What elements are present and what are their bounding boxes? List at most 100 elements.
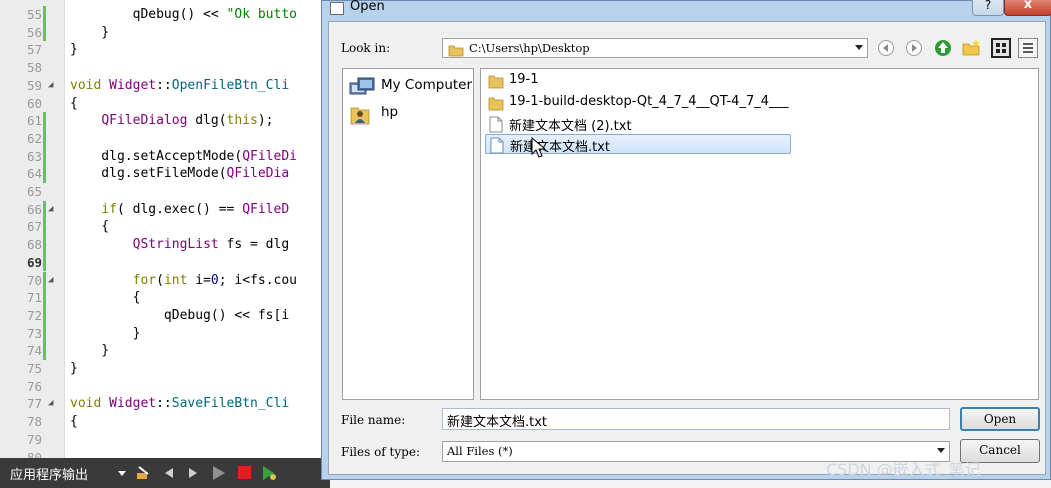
code-line[interactable]: 72 qDebug() << fs[i (0, 306, 330, 325)
change-marker (43, 342, 46, 360)
change-marker (43, 253, 46, 272)
code-text: } (70, 42, 78, 58)
line-number: 79 (26, 431, 42, 447)
code-line[interactable]: 59 ◢ void Widget::OpenFileBtn_Cli (0, 77, 330, 95)
code-text: dlg.setAcceptMode(QFileDi (70, 148, 297, 164)
code-text: for(int i=0; i<fs.cou (132, 272, 298, 288)
change-marker (43, 306, 46, 325)
list-item[interactable]: 19-1-build-desktop-Qt_4_7_4__QT-4_7_4___ (485, 93, 791, 113)
fold-marker-icon[interactable]: ◢ (48, 272, 53, 290)
code-line[interactable]: 57} (0, 41, 330, 59)
code-line[interactable]: 71 { (0, 289, 330, 307)
dropdown-arrow-icon[interactable] (115, 465, 129, 479)
line-number: 59 (26, 77, 42, 93)
dialog-title: Open (350, 0, 385, 14)
sidebar-item-label: My Computer (381, 77, 473, 93)
code-text: QStringList fs = dlg (132, 237, 290, 253)
chevron-down-icon[interactable] (855, 45, 863, 50)
code-line[interactable]: 77 ◢ void Widget::SaveFileBtn_Cli (0, 395, 330, 413)
line-number: 80 (26, 449, 42, 459)
code-line[interactable]: 63 dlg.setAcceptMode(QFileDi (0, 147, 330, 166)
open-file-dialog: Open ? x Look in: C:\Users\hp\Desktop My… (321, 0, 1051, 480)
code-line[interactable]: 79 (0, 431, 330, 449)
places-sidebar: My Computer hp (342, 68, 474, 400)
code-line[interactable]: 68 QStringList fs = dlg (0, 236, 330, 254)
line-number: 60 (26, 95, 42, 111)
change-marker (43, 236, 46, 254)
chevron-down-icon[interactable] (937, 448, 945, 453)
clear-output-icon[interactable] (135, 465, 149, 479)
change-marker (43, 23, 46, 42)
files-of-type-label: Files of type: (341, 445, 420, 459)
code-line[interactable]: 66 ◢ if( dlg.exec() == QFileD (0, 200, 330, 219)
code-line[interactable]: 65 (0, 183, 330, 201)
folder-icon (488, 95, 504, 115)
code-line[interactable]: 60 { (0, 95, 330, 113)
code-line[interactable]: 67 { (0, 218, 330, 237)
code-text: } (70, 361, 78, 376)
forward-icon[interactable] (905, 39, 923, 57)
code-line[interactable]: 56 } (0, 23, 330, 42)
code-line[interactable]: 69 (0, 253, 330, 272)
fold-marker-icon[interactable]: ◢ (48, 77, 53, 95)
line-number: 78 (26, 414, 42, 430)
detail-view-icon[interactable] (1018, 38, 1038, 58)
stop-icon[interactable] (237, 465, 251, 479)
code-line[interactable]: 75} (0, 360, 330, 378)
mouse-pointer-icon (531, 136, 547, 163)
change-marker (43, 324, 46, 343)
folder-icon (448, 42, 464, 61)
open-button[interactable]: Open (960, 407, 1040, 431)
code-line[interactable]: 70 ◢ for(int i=0; i<fs.cou (0, 271, 330, 290)
line-number: 73 (26, 325, 42, 341)
code-text: void Widget::SaveFileBtn_Cli (70, 396, 290, 412)
code-line[interactable]: 58 (0, 59, 330, 77)
line-number: 64 (26, 166, 42, 182)
code-text: dlg.setFileMode(QFileDia (70, 166, 290, 182)
list-item[interactable]: 19-1 (485, 71, 791, 91)
new-folder-icon[interactable] (962, 39, 980, 57)
code-line[interactable]: 73 } (0, 324, 330, 343)
file-name-input[interactable]: 新建文本文档.txt (442, 408, 950, 430)
help-button[interactable]: ? (972, 0, 1004, 16)
debug-run-icon[interactable] (261, 465, 276, 480)
code-text: } (70, 325, 141, 341)
code-editor[interactable]: 55 qDebug() << "Ok butto 56 } 57} 58 59 ◢ void… (0, 0, 330, 458)
change-marker (43, 129, 46, 148)
window-icon (330, 2, 344, 15)
output-toolbar: 应用程序输出 (0, 458, 330, 488)
line-number: 71 (26, 290, 42, 306)
output-pane-label[interactable]: 应用程序输出 (10, 464, 88, 483)
code-text: QFileDialog dlg(this); (101, 113, 274, 129)
fold-marker-icon[interactable]: ◢ (48, 395, 53, 413)
line-number: 57 (26, 42, 42, 58)
dialog-titlebar[interactable]: Open ? x (322, 0, 1051, 19)
close-button[interactable]: x (1004, 0, 1051, 16)
code-line[interactable]: 61 QFileDialog dlg(this); (0, 112, 330, 130)
line-number: 62 (26, 130, 42, 146)
code-line[interactable]: 74 } (0, 342, 330, 360)
back-icon[interactable] (877, 39, 895, 57)
look-in-combobox[interactable]: C:\Users\hp\Desktop (442, 38, 868, 58)
run-icon[interactable] (211, 465, 225, 480)
fold-marker-icon[interactable]: ◢ (48, 201, 53, 219)
list-item[interactable]: 新建文本文档 (2).txt (485, 114, 791, 134)
code-line[interactable]: 80 (0, 449, 330, 459)
files-of-type-value: All Files (*) (447, 444, 513, 458)
code-line[interactable]: 64 dlg.setFileMode(QFileDia (0, 165, 330, 183)
parent-directory-icon[interactable] (934, 39, 952, 57)
line-number: 55 (26, 7, 42, 22)
list-view-icon[interactable] (991, 38, 1011, 58)
code-line[interactable]: 76 (0, 378, 330, 396)
change-marker (43, 218, 46, 237)
previous-item-icon[interactable] (162, 465, 176, 479)
line-number: 61 (26, 113, 42, 129)
file-name: 新建文本文档.txt (510, 140, 611, 155)
file-list[interactable]: 19-1 19-1-build-desktop-Qt_4_7_4__QT-4_7… (480, 68, 1039, 400)
code-line[interactable]: 78 { (0, 413, 330, 431)
dialog-client-area: Look in: C:\Users\hp\Desktop My Computer… (328, 21, 1046, 475)
code-line[interactable]: 62 (0, 129, 330, 148)
next-item-icon[interactable] (186, 465, 200, 479)
code-line[interactable]: 55 qDebug() << "Ok butto (0, 6, 330, 24)
file-name: 19-1 (509, 72, 539, 87)
